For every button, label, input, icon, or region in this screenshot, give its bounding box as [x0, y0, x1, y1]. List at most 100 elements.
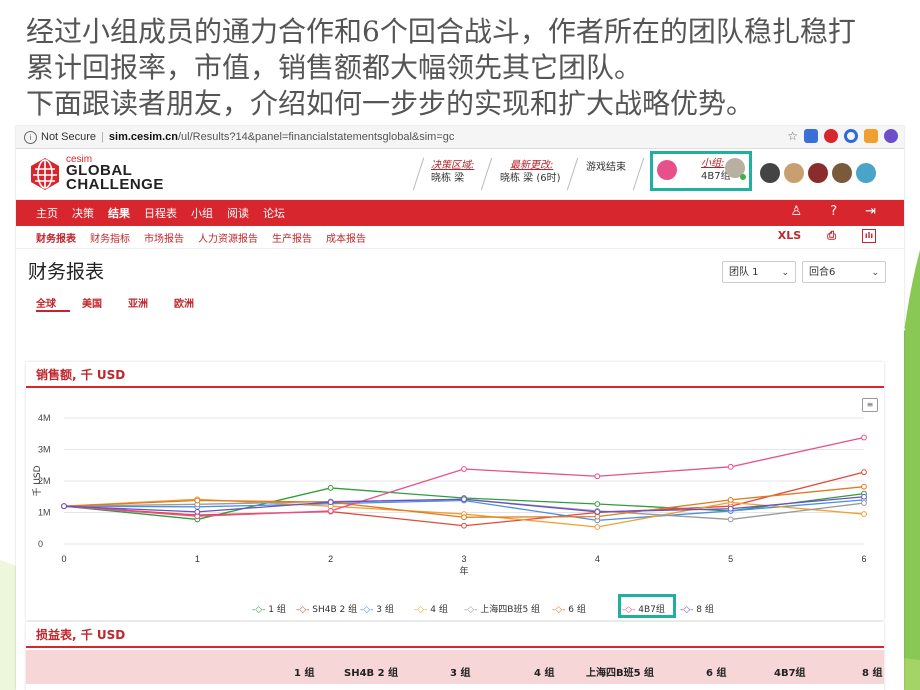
logout-icon[interactable]: ⇥ — [865, 204, 876, 219]
legend-marker-icon: -◇- — [360, 605, 377, 615]
data-point[interactable] — [861, 493, 867, 500]
nav-item[interactable]: 主页 — [36, 205, 58, 221]
legend-item[interactable]: -◇- SH4B 2 组 — [296, 602, 357, 615]
security-label: Not Secure — [41, 131, 97, 143]
help-icon[interactable]: ? — [830, 204, 837, 219]
extension-hand-icon[interactable] — [864, 129, 878, 143]
sub-nav-item[interactable]: 市场报告 — [144, 230, 184, 245]
chevron-down-icon: ⌄ — [781, 268, 789, 278]
legend-marker-icon: -◇- — [464, 605, 481, 615]
chevron-down-icon: ⌄ — [871, 268, 879, 278]
nav-item[interactable]: 论坛 — [263, 205, 285, 221]
legend-item[interactable]: -◇- 1 组 — [252, 602, 286, 615]
nav-item[interactable]: 小组 — [191, 205, 213, 221]
tab-global[interactable]: 全球 — [36, 295, 56, 310]
team-highlight[interactable]: 小组: 4B7组 — [650, 151, 752, 191]
extension-purple-icon[interactable] — [884, 129, 898, 143]
member-avatar[interactable] — [856, 163, 876, 183]
data-point[interactable] — [461, 522, 467, 529]
header-divider — [480, 157, 493, 191]
chart-icon[interactable]: ılı — [862, 229, 876, 243]
data-point[interactable] — [327, 499, 334, 506]
data-point[interactable] — [194, 497, 201, 504]
sub-nav-item[interactable]: 生产报告 — [272, 230, 312, 245]
legend-marker-icon: -◇- — [680, 605, 697, 615]
table-header-row: 1 组 SH4B 2 组 3 组 4 组 上海四B班5 组 6 组 4B7组 8 组 — [26, 650, 884, 684]
data-point[interactable] — [461, 496, 467, 503]
legend-item[interactable]: -◇- 上海四B班5 组 — [464, 602, 540, 615]
data-point[interactable] — [327, 508, 334, 514]
sub-nav-item[interactable]: 财务报表 — [36, 230, 76, 245]
legend-marker-icon: -◇- — [414, 605, 431, 615]
member-avatar[interactable] — [784, 163, 804, 183]
data-point[interactable] — [727, 516, 734, 523]
game-status: 游戏结束 — [586, 161, 626, 174]
update-value: 晓栋 梁 (6时) — [500, 173, 561, 184]
team-select-value: 团队 1 — [729, 267, 759, 278]
data-point[interactable] — [861, 434, 867, 441]
legend-item[interactable]: -◇- 6 组 — [552, 602, 586, 615]
round-select[interactable]: 回合6 ⌄ — [802, 261, 886, 283]
team-select[interactable]: 团队 1 ⌄ — [722, 261, 796, 283]
table-header-cell: 6 组 — [706, 668, 727, 679]
data-point[interactable] — [594, 513, 601, 520]
legend-item[interactable]: -◇- 4 组 — [414, 602, 448, 615]
sub-nav-item[interactable]: 人力资源报告 — [198, 230, 258, 245]
legend-item[interactable]: -◇- 8 组 — [680, 602, 714, 615]
print-icon[interactable]: ⎙ — [827, 229, 836, 243]
member-avatar[interactable] — [760, 163, 780, 183]
chart-menu-icon[interactable]: ≡ — [862, 398, 878, 412]
data-point[interactable] — [327, 485, 334, 491]
sub-nav-item[interactable]: 成本报告 — [326, 230, 366, 245]
x-tick-label: 5 — [728, 554, 733, 564]
nav-item[interactable]: 阅读 — [227, 205, 249, 221]
last-update[interactable]: 最新更改: 晓栋 梁 (6时) — [500, 159, 561, 185]
legend-item[interactable]: -◇- 4B7组 — [622, 602, 665, 615]
data-point[interactable] — [727, 505, 734, 512]
nav-icons: ♙ ? ⇥ — [791, 204, 890, 219]
tab-europe[interactable]: 欧洲 — [174, 295, 194, 310]
tab-usa[interactable]: 美国 — [82, 295, 102, 310]
nav-item[interactable]: 结果 — [108, 205, 130, 221]
legend-item[interactable]: -◇- 3 组 — [360, 602, 394, 615]
cesim-logo-icon — [31, 158, 59, 190]
nav-item[interactable]: 日程表 — [144, 205, 177, 221]
data-point[interactable] — [461, 514, 467, 521]
sub-nav-item[interactable]: 财务指标 — [90, 230, 130, 245]
star-icon[interactable]: ☆ — [787, 129, 798, 143]
xls-export-button[interactable]: XLS — [778, 229, 801, 243]
data-point[interactable] — [594, 524, 601, 530]
data-point[interactable] — [594, 473, 601, 480]
member-avatar[interactable] — [808, 163, 828, 183]
income-statement-card: 损益表, 千 USD 1 组 SH4B 2 组 3 组 4 组 上海四B班5 组 6 组 4… — [26, 622, 884, 690]
data-point[interactable] — [461, 466, 467, 472]
address-bar[interactable]: i Not Secure | sim.cesim.cn /ul/Results?… — [16, 126, 904, 149]
table-header-cell: 4B7组 — [774, 668, 806, 679]
data-point[interactable] — [861, 483, 867, 490]
legend-label: SH4B 2 组 — [312, 605, 358, 615]
data-point[interactable] — [594, 508, 601, 515]
table-header-cell: 4 组 — [534, 668, 555, 679]
slide-line-2: 累计回报率，市值，销售额都大幅领先其它团队。 — [26, 51, 643, 84]
data-point[interactable] — [861, 511, 867, 517]
tab-asia[interactable]: 亚洲 — [128, 295, 148, 310]
data-point[interactable] — [727, 463, 734, 470]
y-axis-label: 千 USD — [32, 465, 43, 496]
data-point[interactable] — [61, 503, 67, 510]
extension-ring-icon[interactable] — [844, 129, 858, 143]
table-header-cell: SH4B 2 组 — [344, 668, 399, 679]
data-point[interactable] — [594, 501, 601, 507]
data-point[interactable] — [194, 508, 201, 515]
extension-red-icon[interactable] — [824, 129, 838, 143]
data-point[interactable] — [861, 469, 867, 476]
info-icon[interactable]: i — [24, 130, 37, 144]
member-avatar[interactable] — [832, 163, 852, 183]
decision-value: 晓栋 梁 — [431, 173, 465, 184]
decision-area[interactable]: 决策区域: 晓栋 梁 — [431, 159, 474, 185]
data-point[interactable] — [727, 497, 734, 503]
nav-item[interactable]: 决策 — [72, 205, 94, 221]
data-point[interactable] — [861, 500, 867, 506]
user-icon[interactable]: ♙ — [791, 204, 803, 219]
report-tools: XLS ⎙ ılı — [778, 229, 890, 243]
extension-blue-icon[interactable] — [804, 129, 818, 143]
